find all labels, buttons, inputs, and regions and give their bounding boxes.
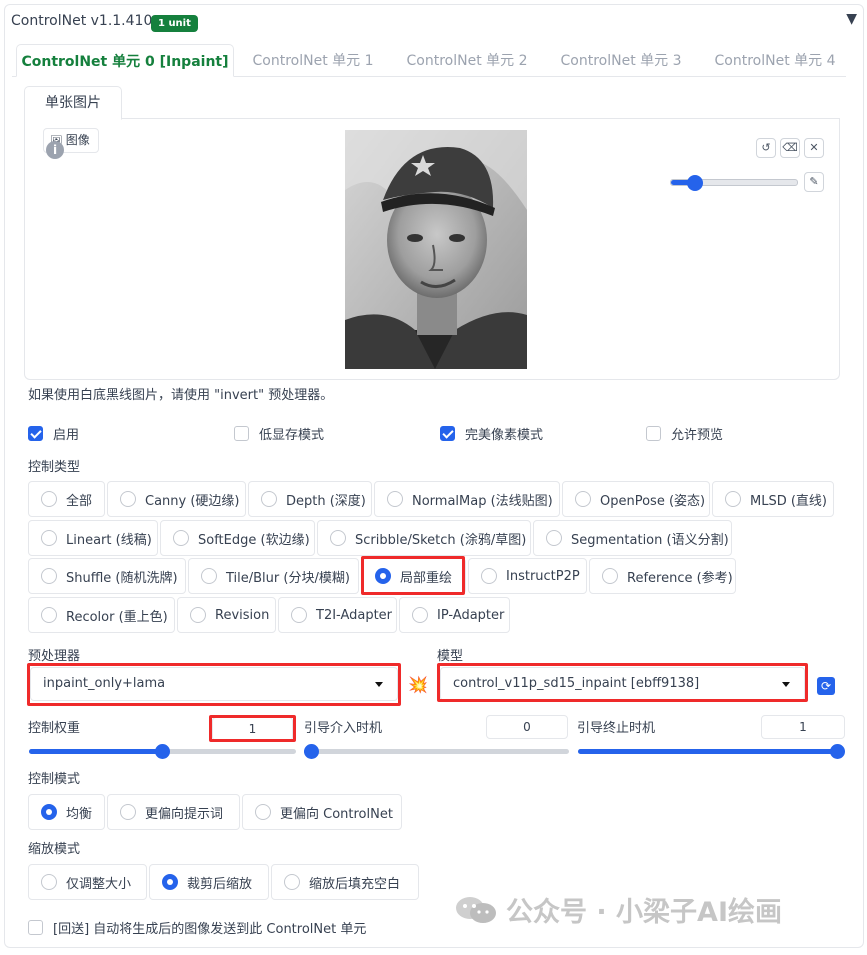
control-type-option[interactable]: T2I-Adapter: [278, 597, 397, 633]
control-type-option[interactable]: OpenPose (姿态): [562, 481, 710, 517]
control-type-option[interactable]: Reference (参考): [589, 558, 736, 594]
chevron-down-icon: [782, 682, 790, 687]
control-mode-label: 控制模式: [28, 772, 81, 787]
tab-unit-2[interactable]: ControlNet 单元 2: [394, 44, 540, 77]
control-type-option[interactable]: Shuffle (随机洗牌): [28, 558, 186, 594]
model-label: 模型: [437, 649, 464, 664]
loopback-checkbox[interactable]: [回送] 自动将生成后的图像发送到此 ControlNet 单元: [28, 918, 366, 937]
guidance-end-slider[interactable]: [578, 744, 845, 759]
checkbox-box[interactable]: [234, 425, 249, 441]
tab-unit-3[interactable]: ControlNet 单元 3: [548, 44, 694, 77]
invert-hint: 如果使用白底黑线图片，请使用 "invert" 预处理器。: [28, 388, 334, 403]
control-type-option-inpaint[interactable]: 局部重绘: [362, 558, 466, 594]
control-type-option[interactable]: Recolor (重上色): [28, 597, 175, 633]
guidance-start-label: 引导介入时机: [304, 721, 383, 736]
control-type-option[interactable]: NormalMap (法线贴图): [374, 481, 560, 517]
control-mode-option[interactable]: 更偏向提示词: [107, 794, 240, 830]
checkbox-box[interactable]: [440, 425, 455, 441]
control-type-option[interactable]: Depth (深度): [248, 481, 372, 517]
guidance-start-slider[interactable]: [304, 744, 569, 759]
undo-icon[interactable]: ↺: [756, 138, 776, 158]
control-type-option[interactable]: Revision: [177, 597, 276, 633]
brush-size-slider[interactable]: [670, 175, 798, 191]
unit-tabs: ControlNet 单元 0 [Inpaint] ControlNet 单元 …: [12, 44, 846, 77]
eraser-icon[interactable]: ⌫: [780, 138, 800, 158]
checkbox-box[interactable]: [646, 425, 661, 441]
resize-mode-option[interactable]: 仅调整大小: [28, 864, 147, 900]
tab-single-image[interactable]: 单张图片: [24, 86, 122, 120]
portrait-image: [345, 130, 527, 369]
info-icon[interactable]: i: [46, 141, 64, 159]
tab-unit-4[interactable]: ControlNet 单元 4: [702, 44, 848, 77]
slider-handle[interactable]: [830, 744, 845, 759]
control-type-option[interactable]: Canny (硬边缘): [107, 481, 246, 517]
triangle-down-icon[interactable]: ▼: [846, 11, 857, 27]
wechat-icon: [456, 896, 496, 923]
control-type-option[interactable]: InstructP2P: [468, 558, 587, 594]
control-type-option[interactable]: SoftEdge (软边缘): [160, 520, 315, 556]
control-type-option[interactable]: IP-Adapter: [399, 597, 510, 633]
control-weight-input[interactable]: 1: [212, 717, 293, 741]
control-type-option[interactable]: Scribble/Sketch (涂鸦/草图): [317, 520, 531, 556]
tab-unit-0[interactable]: ControlNet 单元 0 [Inpaint]: [16, 44, 234, 77]
control-type-option[interactable]: 全部: [28, 481, 105, 517]
control-type-option[interactable]: Lineart (线稿): [28, 520, 158, 556]
guidance-end-input[interactable]: 1: [761, 715, 845, 739]
resize-mode-option[interactable]: 裁剪后缩放: [149, 864, 269, 900]
slider-fill: [578, 749, 837, 754]
slider-handle[interactable]: [155, 744, 170, 759]
model-select[interactable]: control_v11p_sd15_inpaint [ebff9138]: [440, 667, 805, 701]
preprocessor-select[interactable]: inpaint_only+lama: [30, 667, 398, 701]
slider-handle[interactable]: [304, 744, 319, 759]
checkbox-box[interactable]: [28, 919, 43, 935]
enable-checkbox[interactable]: 启用: [28, 424, 79, 443]
control-type-option[interactable]: MLSD (直线): [712, 481, 834, 517]
slider-fill: [29, 749, 162, 754]
refresh-icon[interactable]: ⟳: [817, 677, 835, 695]
preprocessor-label: 预处理器: [28, 649, 81, 664]
resize-mode-option[interactable]: 缩放后填充空白: [271, 864, 419, 900]
control-mode-option[interactable]: 更偏向 ControlNet: [242, 794, 402, 830]
input-subtabs: 单张图片: [24, 86, 840, 120]
tab-unit-1[interactable]: ControlNet 单元 1: [240, 44, 386, 77]
control-weight-label: 控制权重: [28, 721, 81, 736]
watermark: 公众号 · 小梁子AI绘画: [454, 890, 782, 929]
control-type-option[interactable]: Tile/Blur (分块/模糊): [188, 558, 359, 594]
unit-count-badge: 1 unit: [151, 15, 198, 32]
low-vram-checkbox[interactable]: 低显存模式: [234, 424, 324, 443]
control-mode-option[interactable]: 均衡: [28, 794, 105, 830]
uploaded-photo[interactable]: [345, 130, 527, 369]
control-type-option[interactable]: Segmentation (语义分割): [533, 520, 732, 556]
brush-icon[interactable]: ✎: [804, 172, 824, 192]
guidance-start-input[interactable]: 0: [486, 715, 568, 739]
chevron-down-icon: [375, 682, 383, 687]
allow-preview-checkbox[interactable]: 允许预览: [646, 424, 723, 443]
control-weight-slider[interactable]: [29, 744, 296, 759]
control-type-label: 控制类型: [28, 460, 81, 475]
close-icon[interactable]: ✕: [804, 138, 824, 158]
guidance-end-label: 引导终止时机: [577, 721, 656, 736]
panel-title[interactable]: ControlNet v1.1.410: [11, 13, 152, 29]
brush-size-handle[interactable]: [686, 175, 703, 191]
explosion-icon[interactable]: 💥: [408, 675, 428, 694]
checkbox-box[interactable]: [28, 425, 43, 441]
resize-mode-label: 缩放模式: [28, 842, 81, 857]
pixel-perfect-checkbox[interactable]: 完美像素模式: [440, 424, 543, 443]
